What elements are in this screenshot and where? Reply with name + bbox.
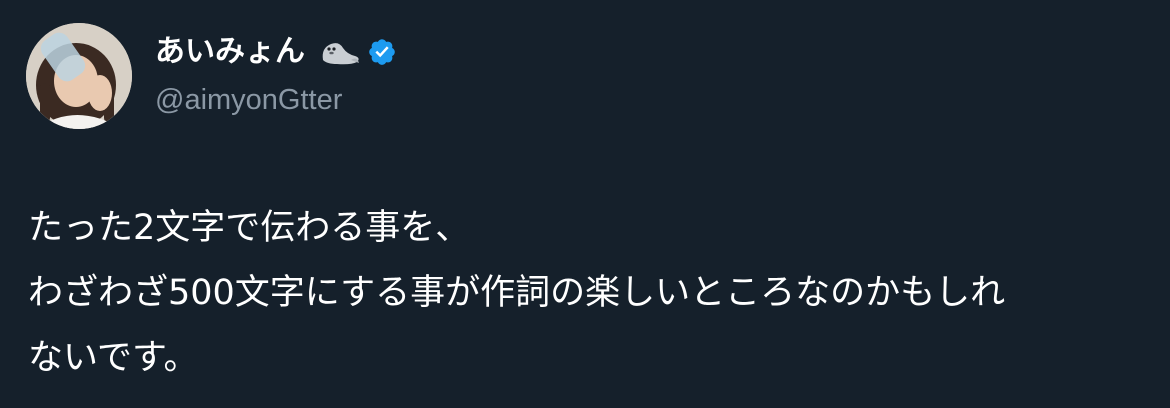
author-name-row: あいみょん [155, 30, 397, 74]
avatar-image [26, 23, 132, 129]
tweet-text-line: たった2文字で伝わる事を、 [28, 208, 471, 248]
author-display-name[interactable]: あいみょん [155, 30, 305, 74]
tweet-card: あいみょん @aimyonGtter たった2文字で伝わる事を、 わざわざ500… [0, 0, 1170, 408]
seal-icon [317, 36, 361, 68]
avatar[interactable] [26, 23, 132, 129]
tweet-text-line: ないです。 [28, 338, 199, 378]
tweet-text-line: わざわざ500文字にする事が作詞の楽しいところなのかもしれ [28, 273, 1006, 313]
author-handle[interactable]: @aimyonGtter [155, 80, 342, 120]
verified-badge-icon [367, 37, 397, 67]
tweet-text: たった2文字で伝わる事を、 わざわざ500文字にする事が作詞の楽しいところなのか… [28, 196, 1148, 391]
